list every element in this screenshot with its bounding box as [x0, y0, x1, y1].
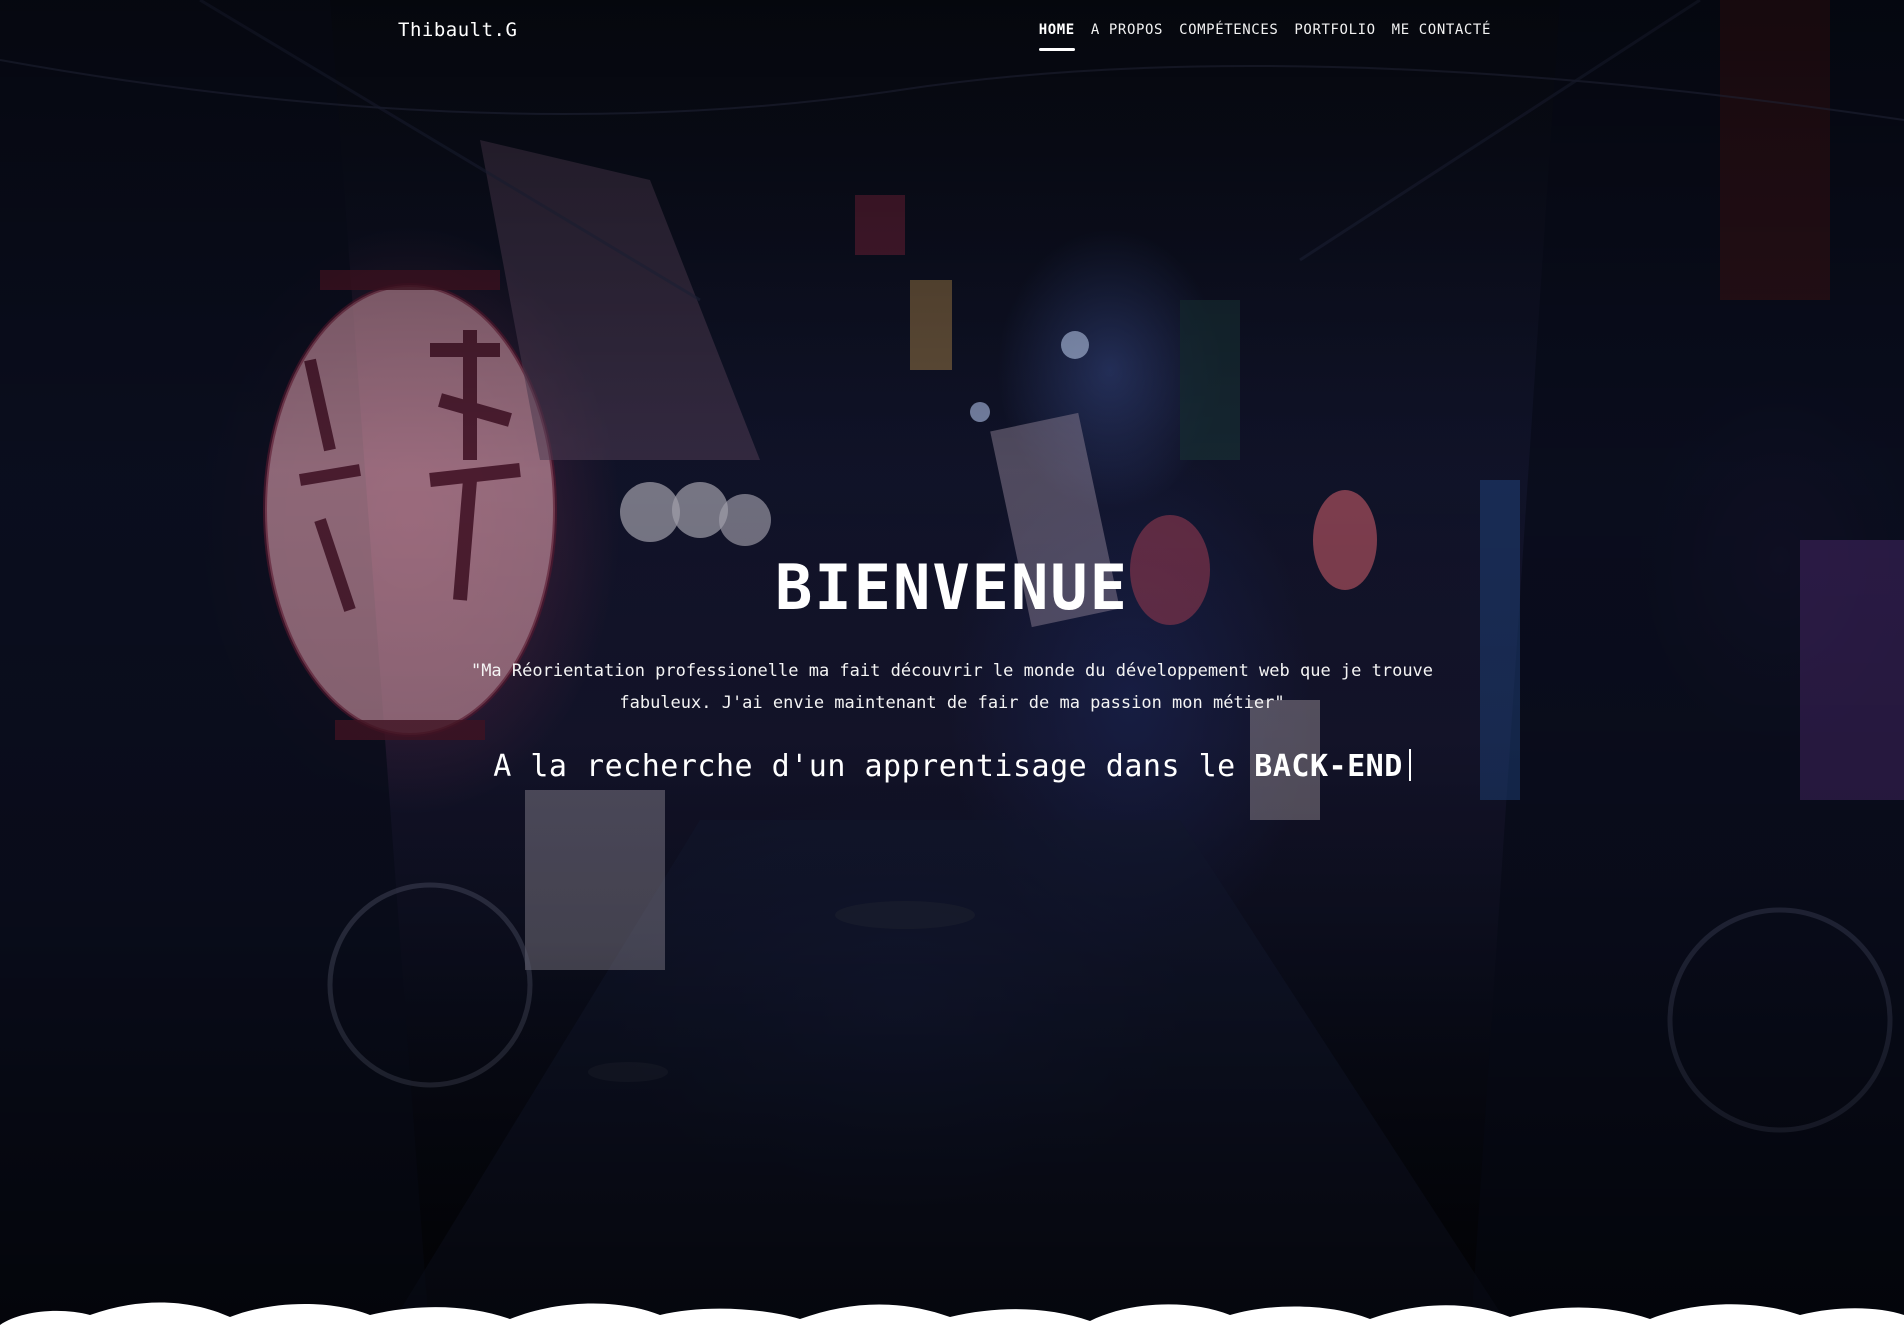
nav-item-home[interactable]: HOME: [1031, 22, 1083, 51]
nav-item-contact[interactable]: ME CONTACTÉ: [1384, 22, 1499, 38]
typed-word: BACK-END: [1254, 749, 1403, 784]
bottom-cloud-divider: [0, 1302, 1904, 1343]
main-nav: HOME A PROPOS COMPÉTENCES PORTFOLIO ME C…: [1031, 22, 1499, 51]
hero-quote: "Ma Réorientation professionelle ma fait…: [470, 661, 1434, 713]
nav-item-competences[interactable]: COMPÉTENCES: [1171, 22, 1286, 38]
typed-headline: A la recherche d'un apprentisage dans le…: [0, 749, 1904, 784]
typed-prefix: A la recherche d'un apprentisage dans le: [493, 749, 1236, 784]
typing-caret: [1408, 749, 1411, 781]
hero-title: BIENVENUE: [775, 551, 1129, 624]
nav-item-portfolio[interactable]: PORTFOLIO: [1286, 22, 1383, 38]
brand-logo[interactable]: Thibault.G: [398, 19, 517, 41]
nav-item-a-propos[interactable]: A PROPOS: [1083, 22, 1171, 38]
